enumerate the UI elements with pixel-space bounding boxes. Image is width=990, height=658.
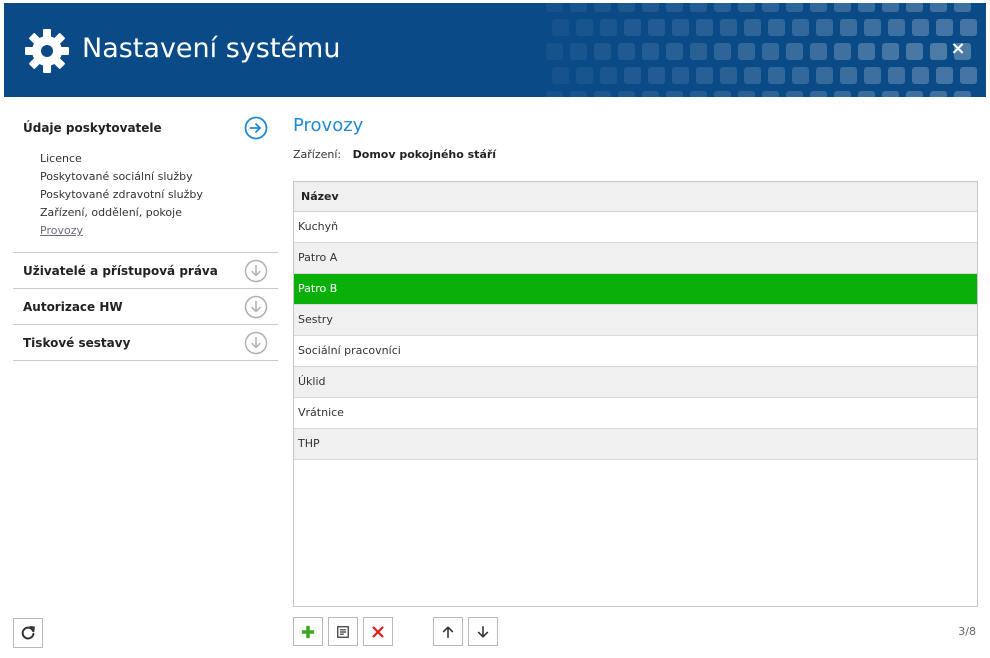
column-header-name[interactable]: Název: [294, 182, 977, 212]
delete-x-icon: [372, 625, 384, 638]
section-label: Údaje poskytovatele: [23, 121, 162, 135]
table-row[interactable]: Patro B: [294, 274, 977, 305]
close-button[interactable]: ×: [948, 39, 968, 59]
header-bar: Nastavení systému ×: [4, 3, 986, 97]
arrow-down-circle-icon[interactable]: [244, 259, 268, 283]
section-label: Uživatelé a přístupová práva: [23, 263, 218, 278]
gear-icon: [25, 29, 69, 73]
table-row[interactable]: Vrátnice: [294, 398, 977, 429]
refresh-button[interactable]: [13, 618, 43, 648]
move-up-button[interactable]: [433, 617, 463, 646]
plus-icon: [301, 625, 315, 638]
header-pattern: [546, 3, 977, 97]
section-print-reports[interactable]: Tiskové sestavy: [13, 325, 278, 361]
table-row[interactable]: Kuchyň: [294, 212, 977, 243]
table-row[interactable]: Patro A: [294, 243, 977, 274]
main-panel: Provozy Zařízení: Domov pokojného stáří …: [293, 110, 978, 607]
arrow-up-icon: [442, 625, 454, 638]
table-row[interactable]: Sociální pracovníci: [294, 336, 977, 367]
table-row[interactable]: THP: [294, 429, 977, 460]
page-title: Provozy: [293, 115, 364, 136]
sidebar-item-social-services[interactable]: Poskytované sociální služby: [40, 168, 278, 186]
settings-window: Nastavení systému × Údaje poskytovatele …: [0, 0, 990, 658]
facility-line: Zařízení: Domov pokojného stáří: [293, 148, 978, 164]
table-row[interactable]: Sestry: [294, 305, 977, 336]
section-label: Autorizace HW: [23, 299, 123, 314]
operations-table: Název Kuchyň Patro A Patro B Sestry Sociální…: [293, 181, 978, 607]
table-body: Kuchyň Patro A Patro B Sestry Sociální praco…: [294, 212, 977, 460]
arrow-down-icon: [477, 625, 489, 638]
facility-value: Domov pokojného stáří: [352, 148, 497, 161]
sidebar: Údaje poskytovatele Licence Poskytované …: [13, 110, 278, 361]
arrow-right-circle-icon[interactable]: [244, 116, 268, 140]
edit-document-icon: [337, 625, 349, 638]
delete-button[interactable]: [363, 617, 393, 646]
arrow-down-circle-icon[interactable]: [244, 295, 268, 319]
sidebar-item-facilities[interactable]: Zařízení, oddělení, pokoje: [40, 204, 278, 222]
window-title: Nastavení systému: [82, 33, 341, 64]
section-users-rights[interactable]: Uživatelé a přístupová práva: [13, 253, 278, 289]
edit-button[interactable]: [328, 617, 358, 646]
table-row[interactable]: Úklid: [294, 367, 977, 398]
provider-subitems: Licence Poskytované sociální služby Posk…: [13, 146, 278, 253]
sidebar-item-licence[interactable]: Licence: [40, 150, 278, 168]
add-button[interactable]: [293, 617, 323, 646]
arrow-down-circle-icon[interactable]: [244, 331, 268, 355]
section-label: Tiskové sestavy: [23, 335, 131, 350]
facility-label: Zařízení:: [293, 148, 342, 161]
sidebar-item-health-services[interactable]: Poskytované zdravotní služby: [40, 186, 278, 204]
move-down-button[interactable]: [468, 617, 498, 646]
section-provider-info[interactable]: Údaje poskytovatele: [13, 110, 278, 146]
refresh-icon: [21, 626, 35, 640]
record-counter: 3/8: [958, 625, 976, 638]
section-hw-authorization[interactable]: Autorizace HW: [13, 289, 278, 325]
sidebar-item-operations[interactable]: Provozy: [40, 222, 278, 240]
